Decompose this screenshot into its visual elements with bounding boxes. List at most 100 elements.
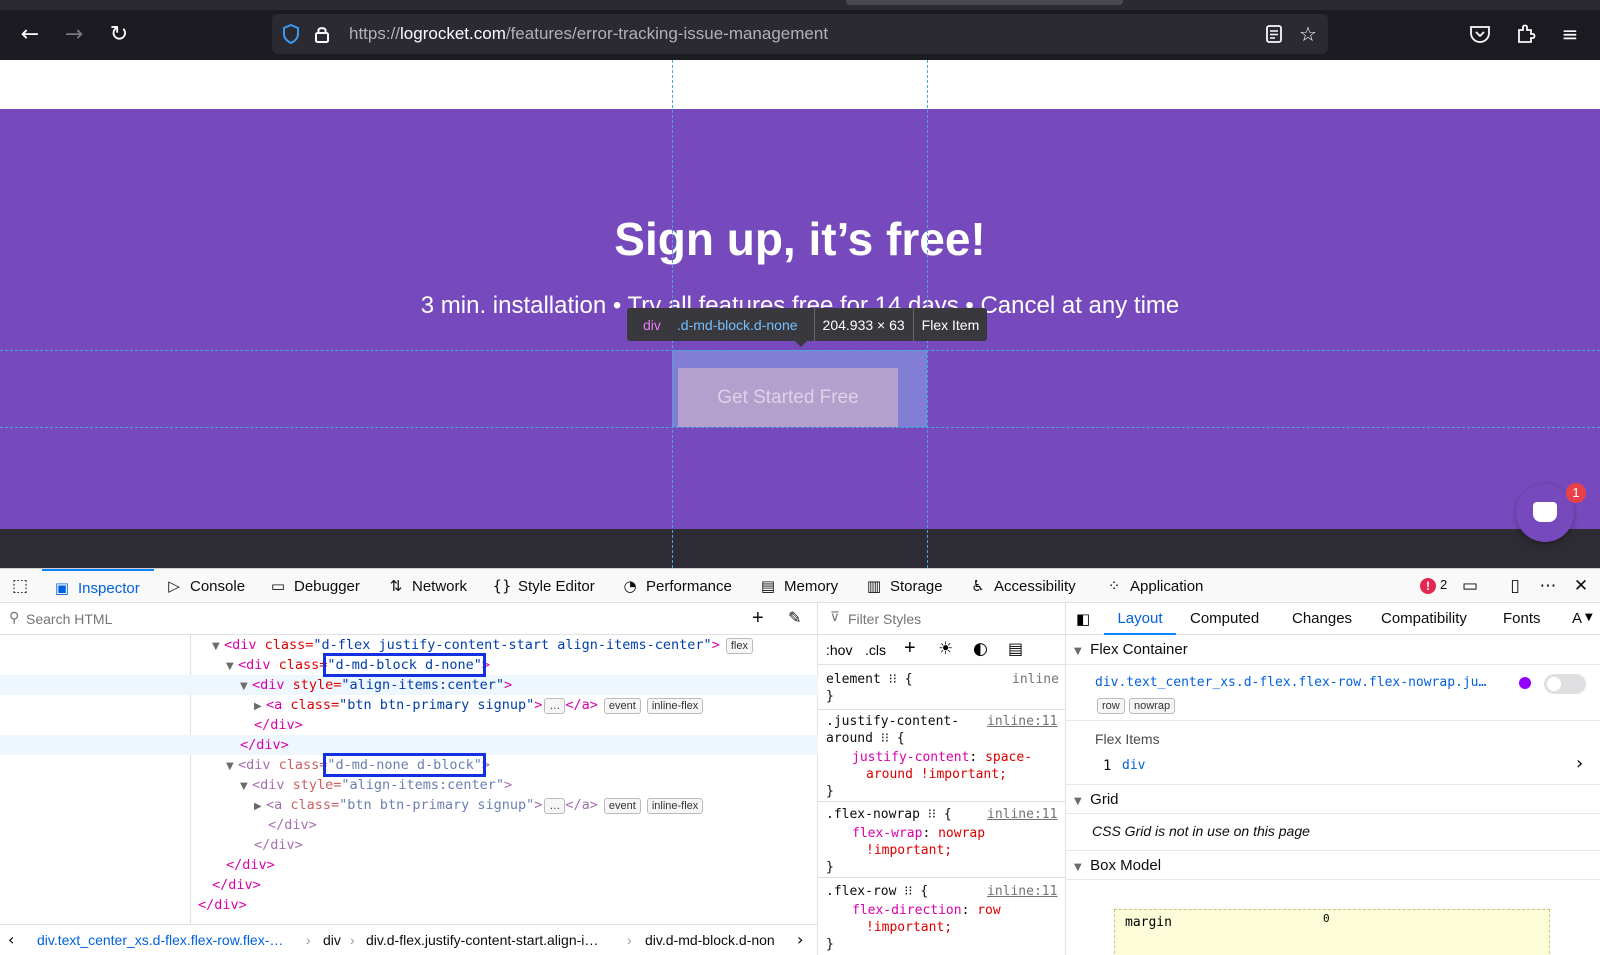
tab-layout[interactable]: Layout (1104, 603, 1176, 635)
grid-header[interactable]: ▼ Grid (1066, 784, 1600, 814)
collapsed-children[interactable]: … (544, 698, 566, 714)
rule-selector[interactable]: .justify-content- (826, 713, 959, 730)
breadcrumb-item[interactable]: div.text_center_xs.d-flex.flex-row.flex-… (37, 925, 283, 955)
active-tab[interactable] (846, 0, 1123, 5)
rule-value[interactable]: !important; (866, 842, 952, 859)
add-rule-icon[interactable]: + (904, 637, 916, 660)
margin-top-value[interactable]: 0 (1323, 912, 1330, 925)
box-model-header[interactable]: ▼ Box Model (1066, 850, 1600, 880)
star-icon[interactable]: ☆ (1296, 22, 1320, 46)
shield-icon[interactable] (282, 24, 300, 44)
markup-node[interactable]: ▶ <a class="btn btn-primary signup">… </a>… (254, 695, 704, 715)
tab-accessibility[interactable]: ♿ Accessibility (968, 569, 1075, 603)
tab-changes[interactable]: Changes (1292, 603, 1352, 635)
breadcrumb-item[interactable]: div (323, 925, 341, 955)
tab-console[interactable]: ▷ Console (164, 569, 245, 603)
markup-node[interactable]: ▶ <a class="btn btn-primary signup">… </a>… (254, 795, 704, 815)
tab-network[interactable]: ⇅ Network (386, 569, 467, 603)
forward-arrow-icon[interactable]: → (61, 22, 87, 48)
rule-declaration[interactable]: flex-direction: row (852, 902, 1001, 919)
lock-icon[interactable] (314, 24, 330, 44)
pick-element-icon[interactable]: ⬚ (9, 576, 31, 596)
rule-declaration[interactable]: justify-content: space- (852, 749, 1032, 766)
scroll-left-icon[interactable]: ‹ (8, 925, 14, 955)
tab-compatibility[interactable]: Compatibility (1381, 603, 1467, 635)
close-devtools-icon[interactable]: ✕ (1570, 576, 1592, 596)
markup-node[interactable]: ▼ <div style="align-items:center"> (240, 775, 512, 795)
chevron-down-icon[interactable]: ▼ (1585, 612, 1593, 623)
overlay-color-swatch[interactable] (1519, 677, 1531, 689)
error-count[interactable]: 2 (1440, 577, 1447, 592)
cls-toggle[interactable]: .cls (865, 642, 886, 658)
split-console-icon[interactable]: ▭ (1459, 576, 1481, 596)
box-model-margin[interactable]: margin 0 (1114, 909, 1550, 955)
event-badge[interactable]: event (603, 698, 641, 714)
rule-source[interactable]: inline:11 (987, 883, 1057, 900)
tab-inspector[interactable]: ▣ Inspector (42, 569, 154, 603)
inline-flex-badge[interactable]: inline-flex (646, 698, 704, 714)
responsive-design-icon[interactable]: ▯ (1504, 576, 1526, 596)
more-options-icon[interactable]: ⋯ (1537, 576, 1559, 596)
rule-selector[interactable]: .flex-row ⁝⁝ { (826, 883, 928, 900)
flex-container-selector[interactable]: div.text_center_xs.d-flex.flex-row.flex-… (1095, 675, 1486, 690)
extensions-icon[interactable] (1515, 23, 1537, 45)
markup-close-tag[interactable]: </div> (226, 855, 275, 875)
tab-style-editor[interactable]: {} Style Editor (492, 569, 594, 603)
url-text[interactable]: https://logrocket.com/features/error-tra… (349, 24, 828, 44)
chevron-right-icon[interactable]: › (1576, 753, 1583, 774)
rule-declaration[interactable]: flex-wrap: nowrap (852, 825, 985, 842)
reload-icon[interactable]: ↻ (106, 22, 132, 48)
tab-fonts[interactable]: Fonts (1503, 603, 1541, 635)
markup-close-tag[interactable]: </div> (198, 895, 247, 915)
rule-source[interactable]: inline (1012, 671, 1059, 688)
flexbox-overlay-toggle[interactable] (1544, 674, 1586, 694)
markup-node[interactable]: ▼ <div class="d-flex justify-content-star… (212, 635, 753, 655)
flex-container-header[interactable]: ▼ Flex Container (1066, 635, 1600, 665)
hov-toggle[interactable]: :hov (826, 642, 852, 658)
collapsed-children[interactable]: … (544, 798, 566, 814)
breadcrumb-item[interactable]: div.d-flex.justify-content-start.align-i… (366, 925, 598, 955)
flex-item-tag[interactable]: div (1122, 758, 1145, 773)
markup-close-tag[interactable]: </div> (212, 875, 261, 895)
rule-value[interactable]: !important; (866, 919, 952, 936)
markup-close-tag[interactable]: </div> (254, 715, 303, 735)
markup-node[interactable]: ▼ <div class="d-md-none d-block"> (226, 753, 490, 777)
pocket-icon[interactable] (1469, 24, 1491, 44)
rule-source[interactable]: inline:11 (987, 806, 1057, 823)
url-bar[interactable]: https://logrocket.com/features/error-tra… (272, 14, 1328, 54)
event-badge[interactable]: event (603, 798, 641, 814)
tab-debugger[interactable]: ▭ Debugger (268, 569, 360, 603)
tab-memory[interactable]: ▤ Memory (758, 569, 838, 603)
markup-close-tag[interactable]: </div> (240, 735, 289, 755)
rule-value[interactable]: around !important; (866, 766, 1007, 783)
add-node-icon[interactable]: + (752, 607, 764, 630)
tab-storage[interactable]: ▥ Storage (864, 569, 943, 603)
markup-close-tag[interactable]: </div> (254, 835, 303, 855)
markup-node[interactable]: ▼ <div class="d-md-block d-none"> (226, 653, 490, 677)
back-arrow-icon[interactable]: ← (17, 22, 43, 48)
eyedropper-icon[interactable]: ✎ (788, 608, 801, 627)
light-scheme-icon[interactable]: ☀ (938, 639, 953, 659)
reader-view-icon[interactable] (1265, 24, 1283, 44)
tab-performance[interactable]: ◔ Performance (620, 569, 731, 603)
tab-computed[interactable]: Computed (1190, 603, 1259, 635)
get-started-button[interactable]: Get Started Free (678, 368, 898, 427)
breadcrumb-item[interactable]: div.d-md-block.d-non (645, 925, 775, 955)
search-html-input[interactable] (26, 609, 726, 629)
rule-selector[interactable]: element ⁝⁝ { (826, 671, 913, 688)
dark-scheme-icon[interactable]: ◐ (973, 639, 988, 659)
rule-source[interactable]: inline:11 (987, 713, 1057, 730)
tab-animations[interactable]: A (1572, 603, 1582, 635)
markup-node[interactable]: ▼ <div style="align-items:center"> (240, 675, 512, 695)
inline-flex-badge[interactable]: inline-flex (646, 798, 704, 814)
rule-selector[interactable]: around ⁝⁝ { (826, 730, 905, 747)
filter-styles-input[interactable] (848, 609, 1058, 629)
markup-close-tag[interactable]: </div> (268, 815, 317, 835)
flex-badge[interactable]: flex (725, 638, 753, 654)
rule-selector[interactable]: .flex-nowrap ⁝⁝ { (826, 806, 952, 823)
print-media-icon[interactable]: ▤ (1008, 639, 1023, 658)
error-icon[interactable]: ! (1420, 578, 1436, 594)
menu-icon[interactable]: ≡ (1558, 22, 1582, 46)
toggle-sidebar-icon[interactable]: ◧ (1076, 610, 1090, 628)
scroll-right-icon[interactable]: › (797, 925, 803, 955)
